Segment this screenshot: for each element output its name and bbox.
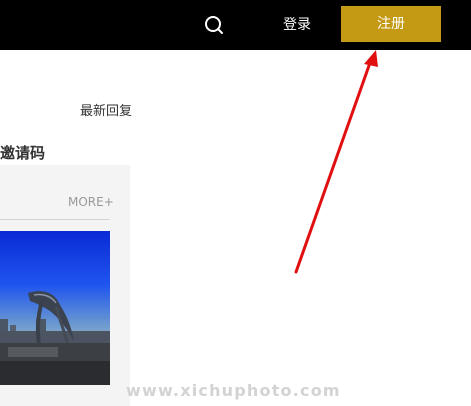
sculpture-photo[interactable]	[0, 231, 110, 385]
login-link[interactable]: 登录	[275, 14, 319, 36]
section-title: 邀请码	[0, 144, 46, 162]
more-link[interactable]: MORE+	[68, 194, 114, 210]
register-button[interactable]: 注册	[341, 6, 441, 42]
top-navbar: 登录 注册	[0, 0, 471, 50]
search-button[interactable]	[202, 13, 226, 37]
watermark: www.xichuphoto.com	[126, 381, 341, 400]
search-icon	[205, 16, 223, 34]
panel-divider	[0, 219, 110, 220]
latest-reply-tab[interactable]: 最新回复	[80, 103, 132, 121]
